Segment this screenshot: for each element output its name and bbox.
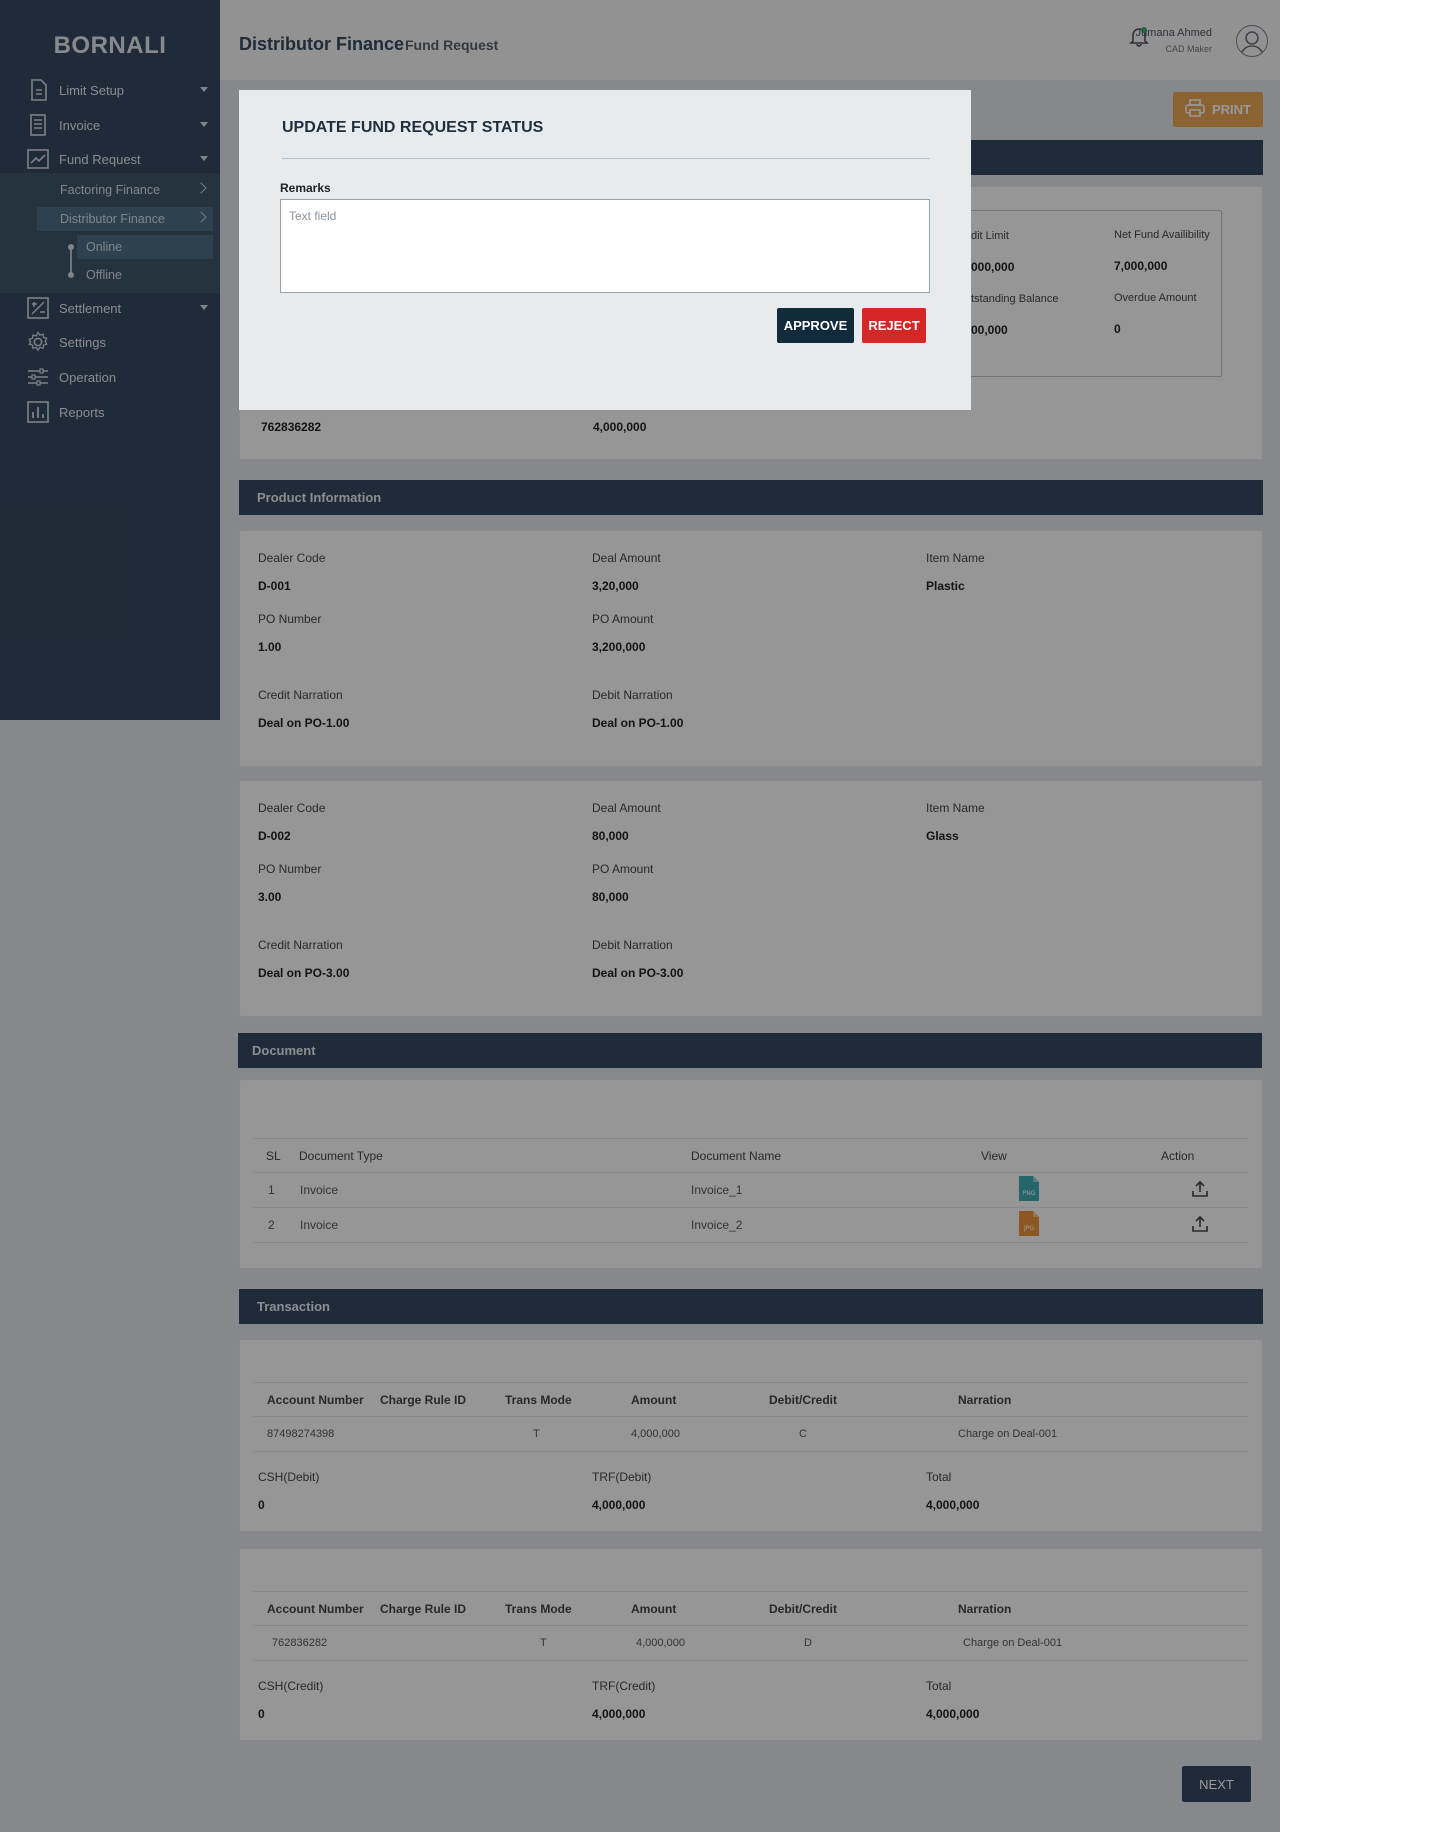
update-status-modal: UPDATE FUND REQUEST STATUS Remarks APPRO… <box>239 90 971 410</box>
remarks-field[interactable] <box>280 199 930 293</box>
app-shell: BORNALI Limit Setup Invoice Fund Request… <box>0 0 1280 1832</box>
remarks-label: Remarks <box>280 181 331 195</box>
approve-button[interactable]: APPROVE <box>777 308 854 343</box>
reject-button[interactable]: REJECT <box>862 308 926 343</box>
modal-title: UPDATE FUND REQUEST STATUS <box>282 119 544 136</box>
modal-divider <box>282 158 930 159</box>
